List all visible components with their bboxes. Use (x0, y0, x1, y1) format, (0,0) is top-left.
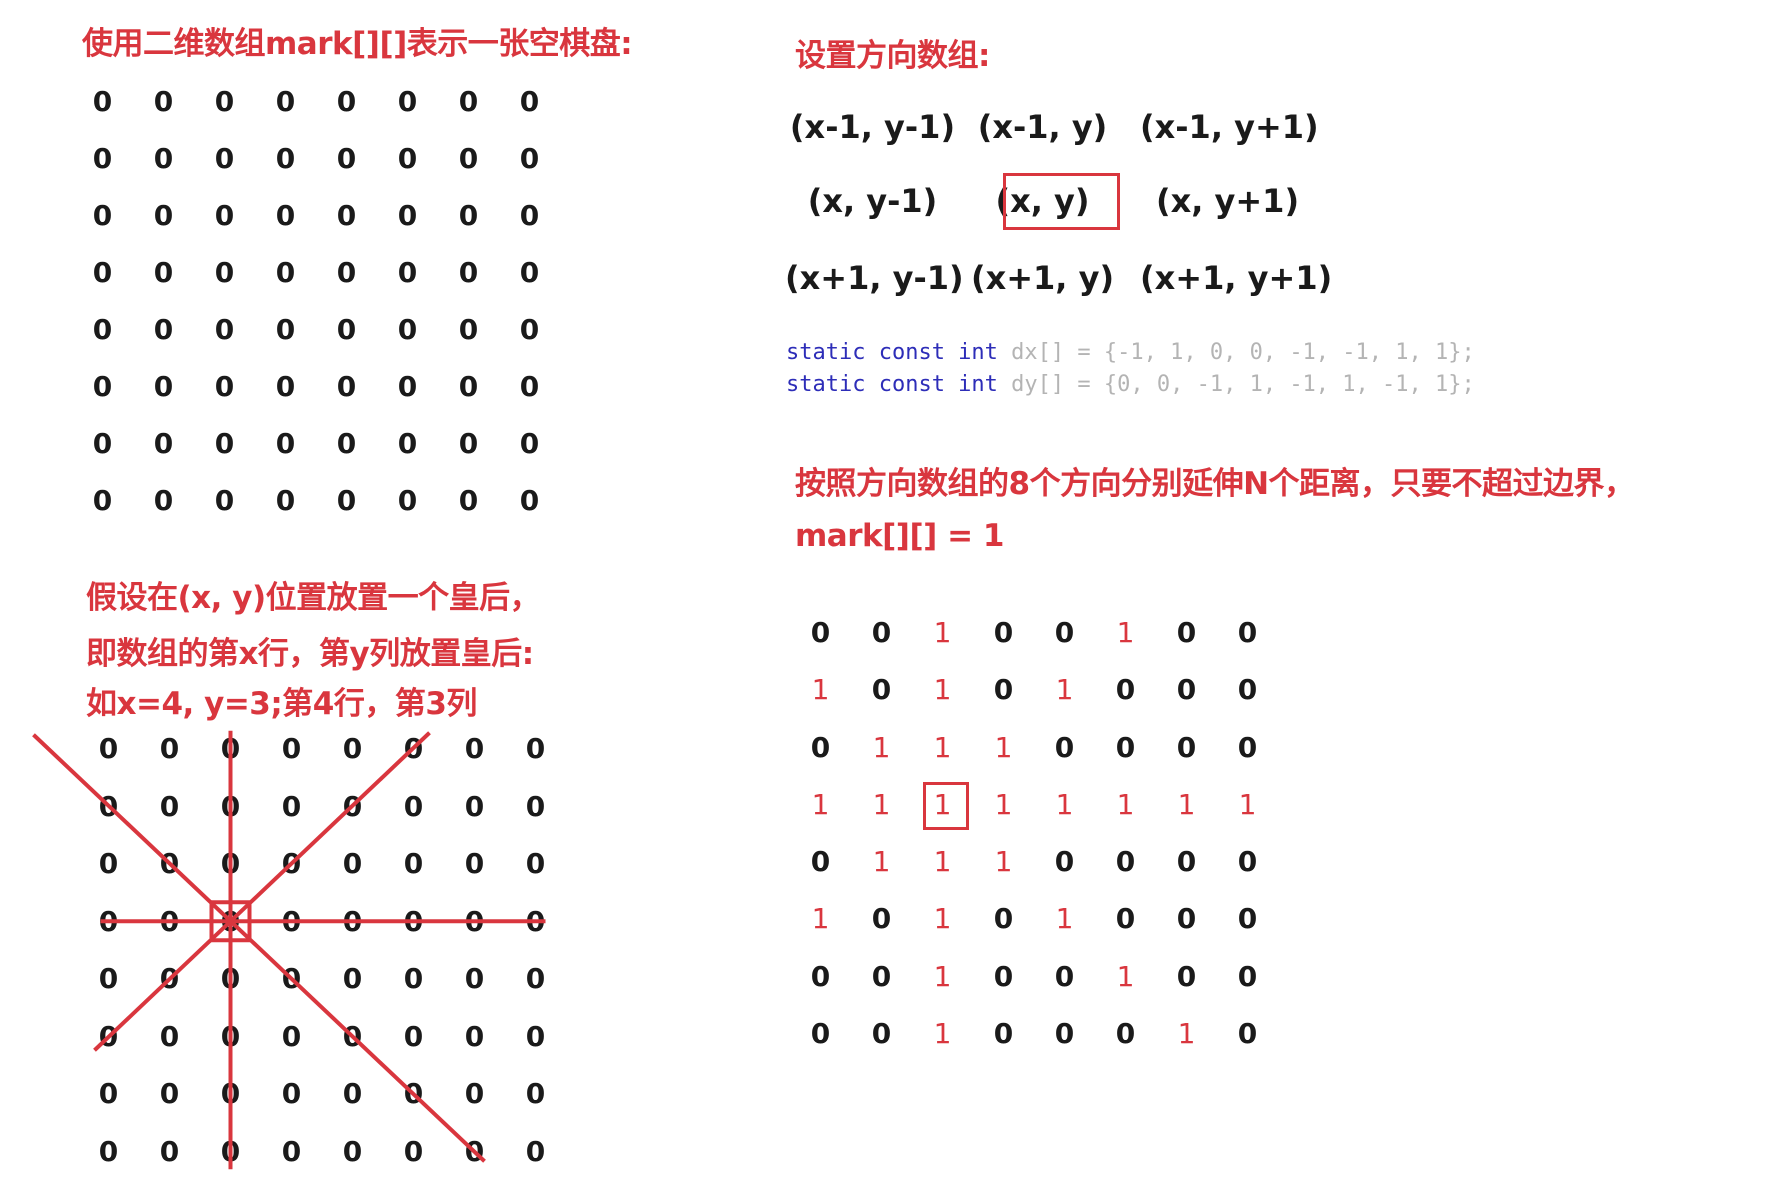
grid-cell: 1 (1034, 661, 1095, 718)
grid-cell: 1 (851, 776, 912, 833)
grid-cell: 1 (790, 776, 851, 833)
grid-cell: 0 (1095, 719, 1156, 776)
grid-cell: 1 (1156, 1005, 1217, 1062)
code-keywords-dy: static const int (786, 372, 998, 397)
extend-caption-line1: 按照方向数组的8个方向分别延伸N个距离，只要不超过边界， (795, 458, 1635, 503)
grid-cell: 0 (790, 948, 851, 1005)
grid-cell: 0 (1034, 1005, 1095, 1062)
grid-cell: 1 (912, 890, 973, 947)
code-line-dx: static const int dx[] = {-1, 1, 0, 0, -1… (786, 340, 1475, 365)
dir-right: (x, y+1) (1140, 182, 1315, 220)
code-keywords-dx: static const int (786, 340, 998, 365)
grid-cell: 0 (1217, 661, 1278, 718)
grid-cell: 1 (973, 719, 1034, 776)
grid-cell: 0 (1034, 604, 1095, 661)
grid-cell: 0 (1034, 948, 1095, 1005)
code-dy-rest: dy[] = {0, 0, -1, 1, -1, 1, -1, 1}; (998, 372, 1475, 397)
grid-cell: 0 (1217, 890, 1278, 947)
grid-cell: 0 (973, 1005, 1034, 1062)
grid-cell: 1 (912, 833, 973, 890)
extend-caption-line2: mark[][] = 1 (795, 518, 1004, 554)
grid-cell: 0 (1217, 1005, 1278, 1062)
grid-cell: 1 (1034, 776, 1095, 833)
grid-cell: 1 (1156, 776, 1217, 833)
grid-cell: 0 (851, 890, 912, 947)
grid-cell: 1 (912, 661, 973, 718)
grid-cell: 0 (1217, 719, 1278, 776)
grid-cell: 1 (1095, 776, 1156, 833)
grid-cell: 0 (973, 890, 1034, 947)
grid-cell: 1 (1034, 890, 1095, 947)
grid-cell: 0 (973, 661, 1034, 718)
grid-cell: 1 (912, 719, 973, 776)
grid-cell: 0 (1156, 833, 1217, 890)
dir-down: (x+1, y) (955, 259, 1130, 297)
grid-cell: 0 (790, 833, 851, 890)
grid-cell: 0 (851, 1005, 912, 1062)
dir-down-left: (x+1, y-1) (785, 259, 960, 297)
grid-cell: 0 (1156, 604, 1217, 661)
queen-position-box (923, 782, 969, 830)
attack-line-anti-diagonal (95, 733, 430, 1051)
grid-cell: 0 (790, 604, 851, 661)
grid-cell: 1 (912, 604, 973, 661)
grid-cell: 0 (1156, 719, 1217, 776)
grid-cell: 0 (851, 948, 912, 1005)
grid-cell: 0 (1095, 661, 1156, 718)
dir-up: (x-1, y) (955, 108, 1130, 146)
grid-cell: 0 (1034, 719, 1095, 776)
grid-cell: 1 (973, 833, 1034, 890)
code-line-dy: static const int dy[] = {0, 0, -1, 1, -1… (786, 372, 1475, 397)
grid-cell: 0 (973, 604, 1034, 661)
grid-cell: 0 (1156, 890, 1217, 947)
grid-cell: 1 (912, 1005, 973, 1062)
result-board-grid: 0010010010101000011100001111111101110000… (790, 604, 1278, 1062)
grid-cell: 0 (1217, 604, 1278, 661)
grid-cell: 0 (1034, 833, 1095, 890)
grid-cell: 1 (1217, 776, 1278, 833)
grid-cell: 0 (1095, 1005, 1156, 1062)
dir-left: (x, y-1) (785, 182, 960, 220)
grid-cell: 0 (1156, 948, 1217, 1005)
grid-cell: 0 (973, 948, 1034, 1005)
grid-cell: 1 (1095, 948, 1156, 1005)
grid-cell: 0 (790, 719, 851, 776)
grid-cell: 0 (851, 661, 912, 718)
grid-cell: 1 (851, 719, 912, 776)
direction-array-title: 设置方向数组: (795, 30, 990, 75)
grid-cell: 0 (1095, 890, 1156, 947)
grid-cell: 0 (851, 604, 912, 661)
code-dx-rest: dx[] = {-1, 1, 0, 0, -1, -1, 1, 1}; (998, 340, 1475, 365)
grid-cell: 1 (790, 890, 851, 947)
grid-cell: 1 (851, 833, 912, 890)
grid-cell: 0 (1217, 948, 1278, 1005)
grid-cell: 0 (1217, 833, 1278, 890)
grid-cell: 1 (973, 776, 1034, 833)
grid-cell: 1 (912, 948, 973, 1005)
grid-cell: 0 (1156, 661, 1217, 718)
grid-cell: 0 (1095, 833, 1156, 890)
grid-cell: 0 (790, 1005, 851, 1062)
grid-cell: 1 (1095, 604, 1156, 661)
grid-cell: 1 (790, 661, 851, 718)
center-position-box (1003, 173, 1120, 230)
dir-up-left: (x-1, y-1) (785, 108, 960, 146)
attack-line-main-diagonal (34, 735, 485, 1162)
dir-down-right: (x+1, y+1) (1140, 259, 1315, 297)
dir-up-right: (x-1, y+1) (1140, 108, 1315, 146)
